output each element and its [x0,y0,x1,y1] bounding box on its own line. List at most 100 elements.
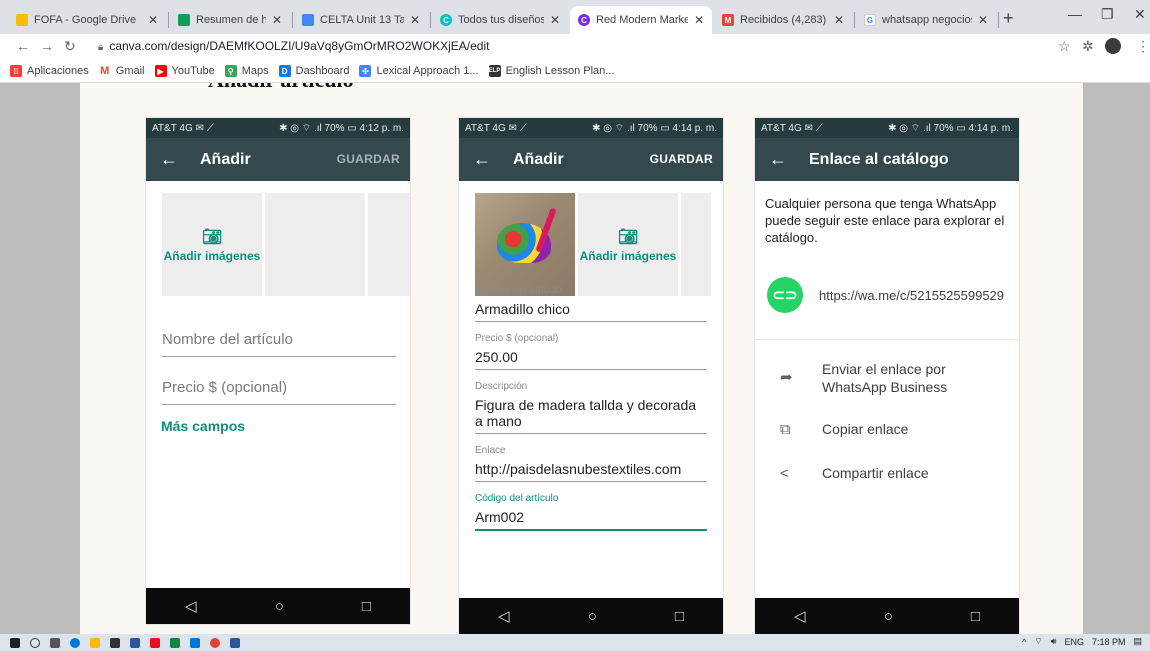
copy-link-action[interactable]: ⧉ Copiar enlace [780,421,908,438]
price-field[interactable]: Precio $ (opcional) [162,379,396,405]
nav-back-icon[interactable]: ◁ [185,597,197,615]
menu-kebab-icon[interactable]: ⋮ [1136,38,1150,55]
close-window-icon[interactable]: ✕ [1134,6,1146,23]
forward-arrow-icon[interactable]: → [40,38,54,54]
tab-red-modern-marketing[interactable]: C Red Modern Marketing ✕ [570,6,712,34]
save-button[interactable]: GUARDAR [337,152,400,166]
bookmark-label: YouTube [171,65,215,77]
status-indicators: ✱ ◎ ⌔ .ıl 70% ▭ 4:14 p. m. [592,122,717,134]
word-icon[interactable] [230,637,240,648]
close-tab-icon[interactable]: ✕ [834,13,844,27]
catalog-link-row[interactable]: ⊂⊃ https://wa.me/c/5215525599529 [767,277,1004,313]
tab-recibidos[interactable]: M Recibidos (4,283) - lore ✕ [714,6,852,34]
armadillo-photo[interactable] [475,193,575,296]
minimize-icon[interactable]: — [1068,6,1082,22]
new-tab-icon[interactable]: + [1003,8,1014,29]
send-whatsapp-business-action[interactable]: ➦ Enviar el enlace por WhatsApp Business [780,360,1012,396]
back-arrow-icon[interactable]: ← [160,149,178,170]
price-field[interactable]: Precio $ (opcional) 250.00 [475,333,707,370]
tab-title: Resumen de habilidade [196,14,266,26]
add-images-button[interactable]: 📷︎ Añadir imágenes [578,193,678,296]
nav-recents-icon[interactable]: □ [675,608,684,625]
link-field[interactable]: Enlace http://paisdelasnubestextiles.com [475,445,707,482]
photos-icon[interactable] [130,637,140,648]
tray-chevron-icon[interactable]: ^ [1022,637,1026,647]
nav-home-icon[interactable]: ○ [588,608,597,625]
name-field[interactable]: Nombre del artículo Armadillo chico [475,285,707,322]
clock[interactable]: 7:18 PM [1092,637,1126,647]
bookmark-gmail[interactable]: M Gmail [98,65,145,77]
bookmark-lexical-approach[interactable]: ✣ Lexical Approach 1... [359,65,479,77]
tab-resumen[interactable]: Resumen de habilidade ✕ [170,6,290,34]
save-button[interactable]: GUARDAR [650,152,713,166]
field-underline [162,404,396,405]
catalog-description: Cualquier persona que tenga WhatsApp pue… [765,196,1005,245]
close-tab-icon[interactable]: ✕ [978,13,988,27]
notifications-icon[interactable]: ▤ [1133,636,1142,647]
tab-celta[interactable]: CELTA Unit 13 Task - D ✕ [294,6,428,34]
nav-recents-icon[interactable]: □ [362,598,371,615]
nav-home-icon[interactable]: ○ [884,608,893,625]
language-indicator[interactable]: ENG [1064,637,1084,647]
nav-back-icon[interactable]: ◁ [498,607,510,625]
network-icon[interactable]: ⌔ [1034,636,1042,647]
close-tab-icon[interactable]: ✕ [410,13,420,27]
file-explorer-icon[interactable] [90,637,100,648]
close-tab-icon[interactable]: ✕ [694,13,704,27]
edge-icon[interactable] [70,637,80,648]
back-arrow-icon[interactable]: ← [769,149,787,170]
maximize-icon[interactable]: ❐ [1101,6,1114,23]
forward-arrow-icon: ➦ [780,369,793,386]
bookmark-dashboard[interactable]: D Dashboard [278,65,349,77]
design-slide[interactable]: Añadir artículo" AT&T 4G ✉ ⟋ ✱ ◎ ⌔ .ıl 7… [80,83,1083,634]
lesson-icon: ELP [488,65,501,77]
task-view-icon[interactable] [50,637,60,648]
gmail-icon: M [98,65,111,77]
profile-avatar[interactable] [1105,38,1121,54]
item-code-field[interactable]: Código del artículo Arm002 [475,493,707,531]
nav-back-icon[interactable]: ◁ [794,607,806,625]
address-bar[interactable]: 🔒︎ canva.com/design/DAEMfKOOLZI/U9aVq8yGm… [98,39,489,53]
share-link-action[interactable]: < Compartir enlace [780,465,929,482]
image-slot[interactable] [265,193,365,296]
search-icon[interactable] [30,637,40,648]
more-fields-link[interactable]: Más campos [161,418,245,434]
tab-whatsapp-negocios[interactable]: G whatsapp negocios - B ✕ [856,6,996,34]
bookmark-english-lesson-plan[interactable]: ELP English Lesson Plan... [488,65,614,77]
tab-fofa-drive[interactable]: FOFA - Google Drive ✕ [8,6,166,34]
app-green-icon[interactable] [170,637,180,648]
volume-icon[interactable]: 🔊︎ [1051,636,1057,647]
back-arrow-icon[interactable]: ← [16,38,30,54]
tab-todos-disenos[interactable]: C Todos tus diseños - Ca ✕ [432,6,568,34]
bookmark-aplicaciones[interactable]: ⁞⁞ Aplicaciones [10,65,89,77]
close-tab-icon[interactable]: ✕ [148,13,158,27]
catalog-link-url[interactable]: https://wa.me/c/5215525599529 [819,288,1004,303]
image-slot[interactable] [368,193,410,296]
app-blue-icon[interactable] [190,637,200,648]
description-field[interactable]: Descripción Figura de madera tallda y de… [475,381,707,434]
name-field[interactable]: Nombre del artículo [162,331,396,357]
extensions-puzzle-icon[interactable]: ✲ [1082,38,1094,55]
reload-icon[interactable]: ↻ [64,38,76,55]
bookmark-star-icon[interactable]: ☆ [1058,38,1071,55]
back-arrow-icon[interactable]: ← [473,149,491,170]
price-field-label: Precio $ (opcional) [475,333,559,344]
close-tab-icon[interactable]: ✕ [550,13,560,27]
google-icon: G [864,14,876,26]
nav-recents-icon[interactable]: □ [971,608,980,625]
nav-home-icon[interactable]: ○ [275,598,284,615]
canva-canvas: Añadir artículo" AT&T 4G ✉ ⟋ ✱ ◎ ⌔ .ıl 7… [0,83,1150,634]
bookmark-youtube[interactable]: ▶ YouTube [154,65,215,77]
chrome-icon[interactable] [210,637,220,648]
item-code-field-value: Arm002 [475,509,525,525]
bookmark-maps[interactable]: ⚲ Maps [224,65,269,77]
image-slot[interactable] [681,193,711,296]
link-field-label: Enlace [475,445,506,456]
add-images-button[interactable]: 📷︎ Añadir imágenes [162,193,262,296]
app-red-icon[interactable] [150,637,160,648]
store-icon[interactable] [110,637,120,648]
status-carrier: AT&T 4G ✉ ⟋ [761,122,823,134]
windows-start-icon[interactable] [10,637,20,648]
close-tab-icon[interactable]: ✕ [272,13,282,27]
bookmarks-bar: ⁞⁞ Aplicaciones M Gmail ▶ YouTube ⚲ Maps… [0,60,1150,83]
